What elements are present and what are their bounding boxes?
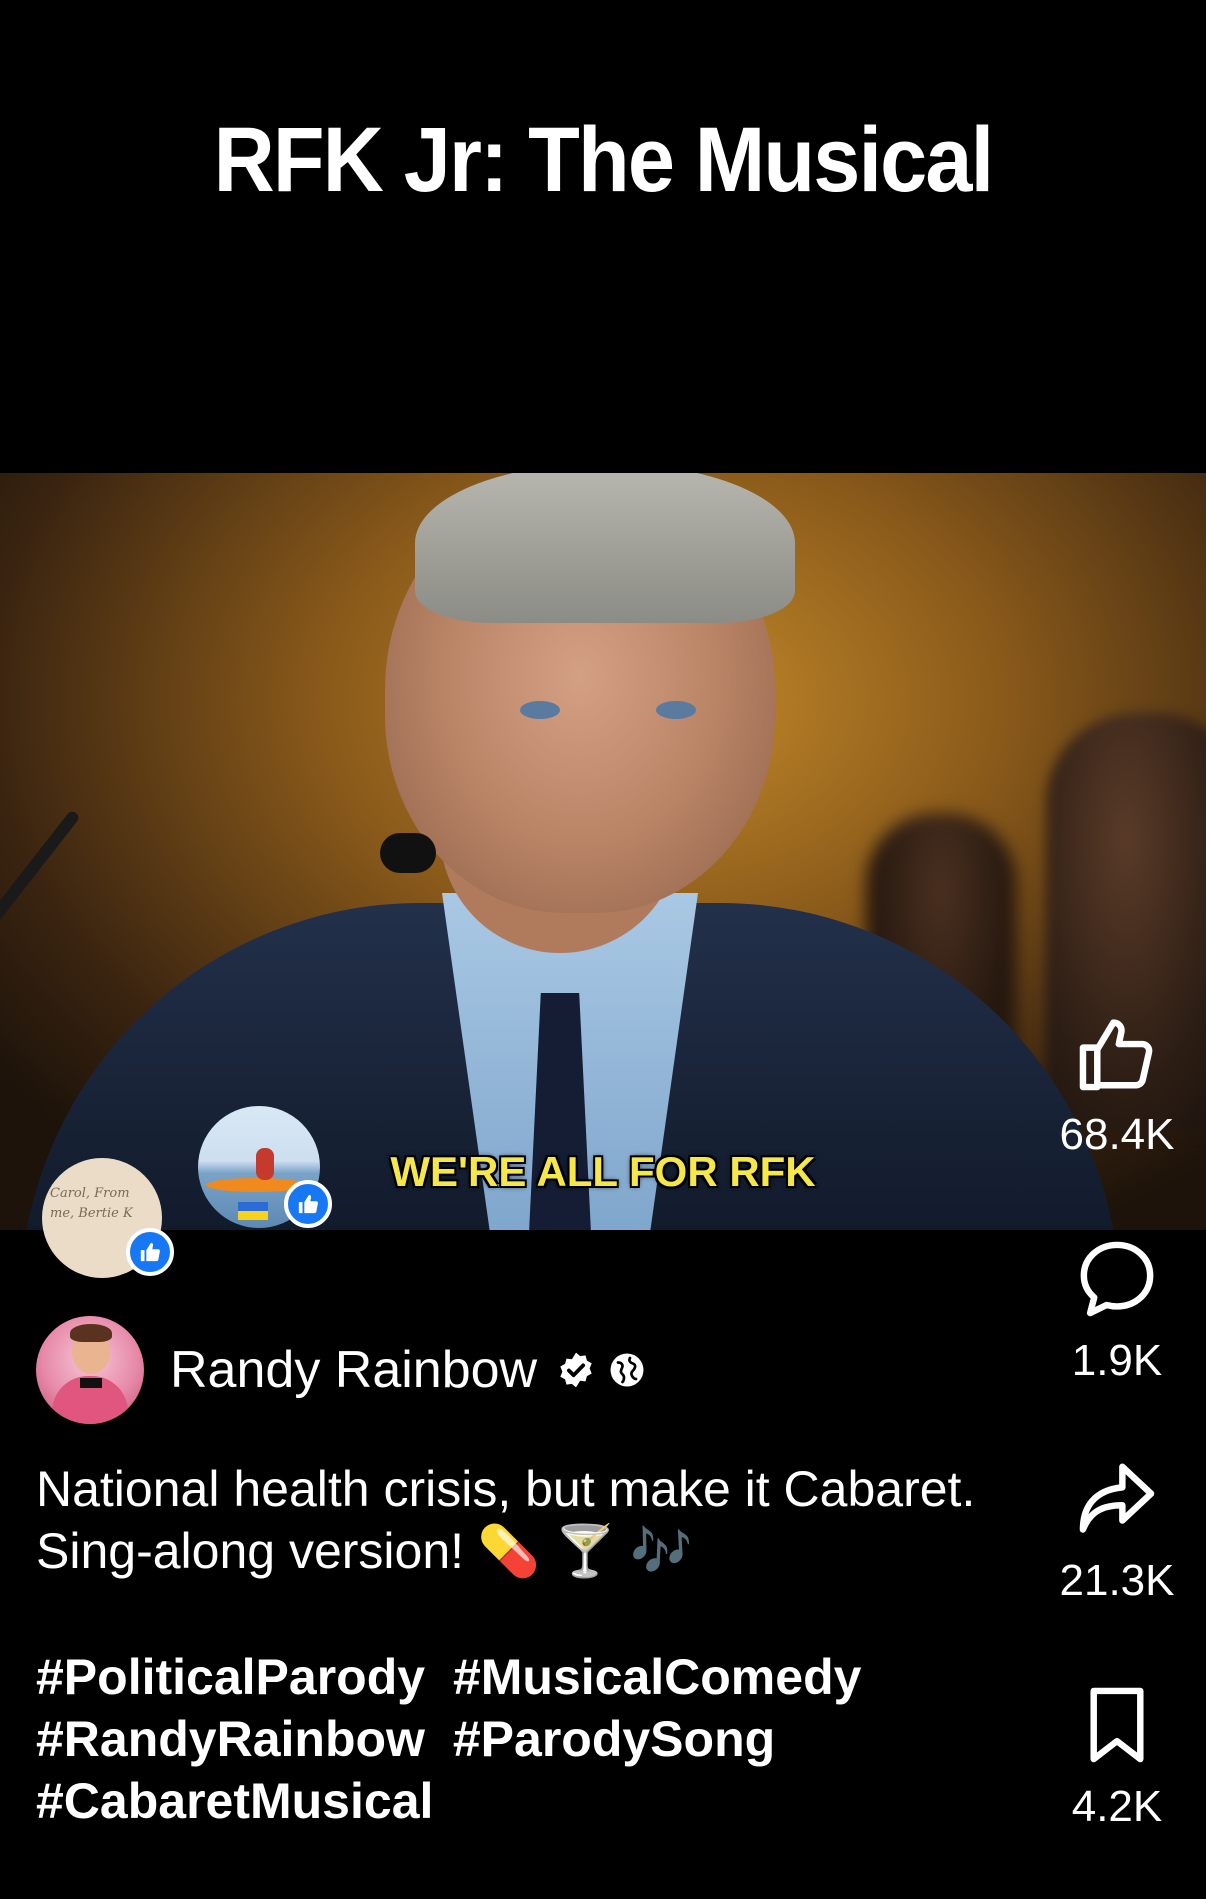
ukraine-flag-icon [238, 1202, 268, 1220]
comment-count: 1.9K [1071, 1336, 1163, 1385]
avatar-hair [70, 1324, 112, 1342]
verified-badge-icon [560, 1352, 592, 1388]
save-button[interactable]: 4.2K [1042, 1682, 1192, 1832]
hashtag-link[interactable]: #RandyRainbow [36, 1711, 425, 1767]
post-description: National health crisis, but make it Caba… [36, 1461, 976, 1579]
thumbs-up-icon [1079, 1019, 1153, 1091]
eye [656, 701, 696, 719]
hashtag-link[interactable]: #ParodySong [453, 1711, 775, 1767]
hashtag-link[interactable]: #CabaretMusical [36, 1773, 433, 1829]
hashtag-link[interactable]: #PoliticalParody [36, 1649, 425, 1705]
video-title: RFK Jr: The Musical [213, 109, 995, 211]
save-count: 4.2K [1071, 1782, 1163, 1831]
video-subtitle: WE'RE ALL FOR RFK [390, 1148, 816, 1195]
share-button[interactable]: 21.3K [1042, 1456, 1192, 1606]
like-button[interactable]: 68.4K [1042, 1010, 1192, 1160]
like-count: 68.4K [1059, 1110, 1175, 1159]
author-avatar[interactable] [36, 1316, 144, 1424]
comment-icon [1080, 1241, 1154, 1317]
share-icon [1079, 1463, 1155, 1533]
kayaker [256, 1148, 274, 1180]
globe-icon [610, 1353, 644, 1387]
microphone [380, 833, 436, 873]
author-row: Randy Rainbow [36, 1316, 645, 1424]
avatar-bowtie [80, 1378, 102, 1388]
eye [520, 701, 560, 719]
comment-button[interactable]: 1.9K [1042, 1236, 1192, 1386]
share-count: 21.3K [1059, 1556, 1175, 1605]
video-player[interactable] [0, 473, 1206, 1230]
bookmark-icon [1090, 1687, 1144, 1763]
like-icon [284, 1180, 332, 1228]
hair [415, 473, 795, 623]
handwritten-note: Carol, From me, Bertie K [50, 1186, 133, 1221]
hashtag-link[interactable]: #MusicalComedy [453, 1649, 861, 1705]
author-name[interactable]: Randy Rainbow [170, 1340, 537, 1400]
like-icon [126, 1228, 174, 1276]
hashtag-list: #PoliticalParody #MusicalComedy #RandyRa… [36, 1646, 976, 1832]
